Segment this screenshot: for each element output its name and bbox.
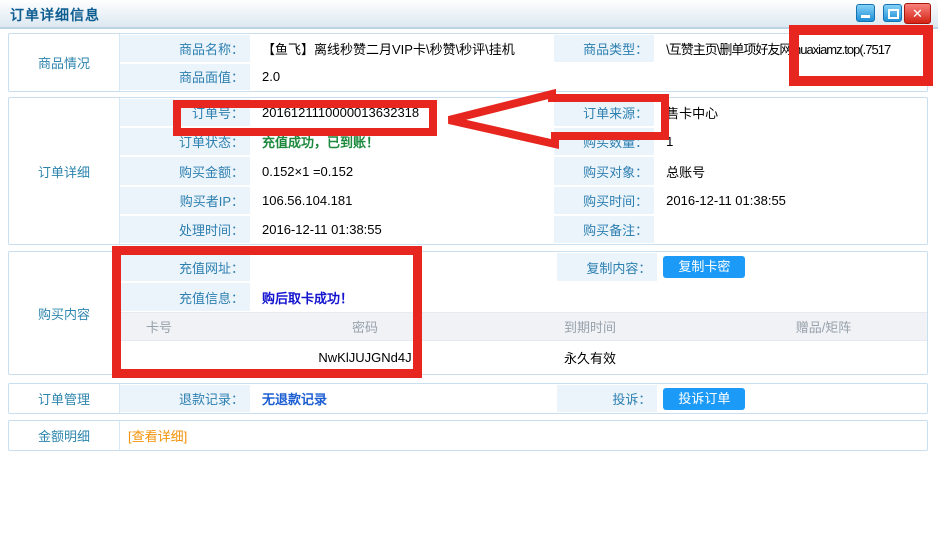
process-time-value: 2016-12-11 01:38:55	[250, 215, 554, 244]
card-password-value: NwKlJUJGNd4J	[270, 350, 460, 365]
process-time-label: 处理时间：	[120, 216, 250, 243]
gift-matrix-header: 赠品/矩阵	[720, 317, 927, 336]
order-status-label: 订单状态：	[120, 128, 250, 155]
close-icon: ✕	[905, 5, 930, 22]
recharge-info-value: 购后取卡成功！	[250, 282, 554, 312]
buy-target-label: 购买对象：	[554, 157, 654, 184]
maximize-button[interactable]	[883, 4, 902, 22]
row-order-status: 订单状态： 充值成功，已到账！ 购买数量： 1	[120, 127, 927, 156]
section-label-product: 商品情况	[9, 34, 120, 91]
buy-amount-value: 0.152×1 =0.152	[250, 156, 554, 185]
product-face-label: 商品面值：	[120, 64, 250, 91]
page-title: 订单详细信息	[10, 5, 100, 25]
row-refund: 退款记录： 无退款记录 投诉： 投诉订单	[120, 384, 927, 413]
product-name-label: 商品名称：	[120, 35, 250, 62]
refund-record-label: 退款记录：	[120, 385, 250, 412]
section-label-management: 订单管理	[9, 384, 120, 413]
row-buy-amount: 购买金额： 0.152×1 =0.152 购买对象： 总账号	[120, 156, 927, 185]
row-recharge-info: 充值信息： 购后取卡成功！	[120, 282, 927, 312]
buy-time-label: 购买时间：	[554, 187, 654, 214]
buy-time-value: 2016-12-11 01:38:55	[654, 186, 927, 215]
buyer-ip-label: 购买者IP：	[120, 187, 250, 214]
order-source-label: 订单来源：	[554, 99, 654, 126]
buy-amount-label: 购买金额：	[120, 157, 250, 184]
close-button[interactable]: ✕	[904, 3, 931, 24]
minimize-icon	[861, 15, 870, 18]
buyer-ip-value: 106.56.104.181	[250, 186, 554, 215]
complaint-label: 投诉：	[557, 385, 657, 412]
complain-order-button[interactable]: 投诉订单	[663, 388, 745, 410]
minimize-button[interactable]	[856, 4, 875, 22]
copy-content-label: 复制内容：	[557, 253, 657, 281]
recharge-url-label: 充值网址：	[120, 253, 250, 281]
product-type-label: 商品类型：	[554, 35, 654, 62]
section-label-order: 订单详细	[9, 98, 120, 244]
order-status-value: 充值成功，已到账！	[250, 127, 554, 156]
product-name-value: 【鱼飞】离线秒赞二月VIP卡\秒赞\秒评\挂机	[250, 34, 554, 63]
copy-card-secret-button[interactable]: 复制卡密	[663, 256, 745, 278]
card-number-header: 卡号	[120, 317, 270, 336]
buy-quantity-label: 购买数量：	[554, 128, 654, 155]
product-type-value: \互赞主页\删单项好友网:huaxiamz.top(.7517	[654, 34, 927, 63]
section-order-management: 订单管理 退款记录： 无退款记录 投诉： 投诉订单	[8, 383, 928, 414]
buy-target-value: 总账号	[654, 156, 927, 185]
row-order-number: 订单号： 2016121110000013632318 订单来源： 售卡中心	[120, 98, 927, 127]
view-detail-link[interactable]: [查看详细]	[128, 426, 187, 445]
buy-remark-label: 购买备注：	[554, 216, 654, 243]
refund-record-value: 无退款记录	[250, 384, 557, 413]
order-number-label: 订单号：	[120, 99, 250, 126]
card-password-header: 密码	[270, 317, 460, 336]
buy-remark-value	[654, 215, 927, 244]
recharge-info-label: 充值信息：	[120, 283, 250, 311]
order-source-value: 售卡中心	[654, 98, 927, 127]
row-product-name: 商品名称： 【鱼飞】离线秒赞二月VIP卡\秒赞\秒评\挂机 商品类型： \互赞主…	[120, 34, 927, 63]
section-label-purchase: 购买内容	[9, 252, 120, 374]
row-process-time: 处理时间： 2016-12-11 01:38:55 购买备注：	[120, 215, 927, 244]
recharge-url-value	[250, 252, 557, 282]
expire-time-value: 永久有效	[460, 348, 720, 367]
section-label-amount: 金额明细	[9, 421, 120, 450]
expire-time-header: 到期时间	[460, 317, 720, 336]
row-recharge-url: 充值网址： 复制内容： 复制卡密	[120, 252, 927, 282]
order-number-value: 2016121110000013632318	[250, 98, 554, 127]
section-purchase-content: 购买内容 充值网址： 复制内容： 复制卡密 充值信息： 购后取卡成功！ 卡号 密…	[8, 251, 928, 375]
card-table-header: 卡号 密码 到期时间 赠品/矩阵	[120, 312, 927, 341]
card-table-row: NwKlJUJGNd4J 永久有效	[120, 341, 927, 374]
row-product-face-value: 商品面值： 2.0	[120, 63, 927, 92]
buy-quantity-value: 1	[654, 127, 927, 156]
section-amount-detail: 金额明细 [查看详细]	[8, 420, 928, 451]
row-buyer-ip: 购买者IP： 106.56.104.181 购买时间： 2016-12-11 0…	[120, 186, 927, 215]
section-product-info: 商品情况 商品名称： 【鱼飞】离线秒赞二月VIP卡\秒赞\秒评\挂机 商品类型：…	[8, 33, 928, 92]
product-face-value: 2.0	[250, 63, 554, 92]
maximize-icon	[888, 9, 899, 19]
window-titlebar: 订单详细信息 ✕	[0, 0, 938, 29]
section-order-detail: 订单详细 订单号： 2016121110000013632318 订单来源： 售…	[8, 97, 928, 245]
